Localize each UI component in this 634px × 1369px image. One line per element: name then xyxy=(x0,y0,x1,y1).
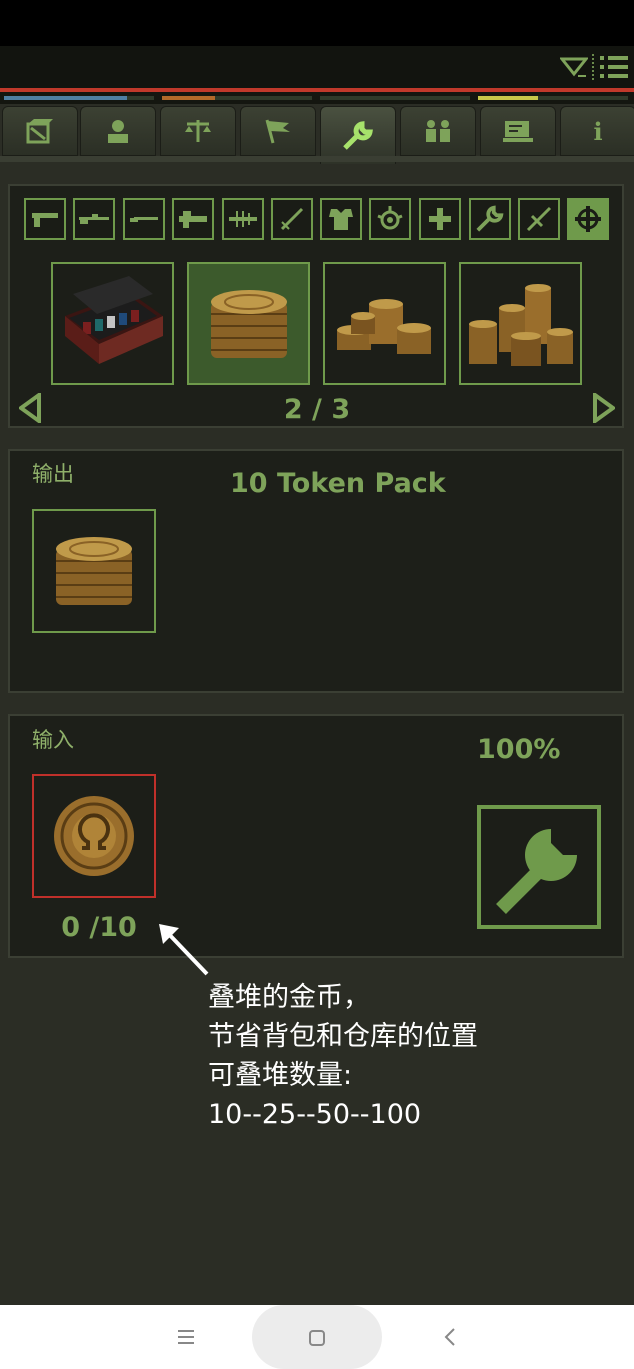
status-bar xyxy=(0,0,634,46)
computer-icon xyxy=(503,121,533,142)
coin-pile-icon xyxy=(469,284,573,366)
shotgun-icon xyxy=(130,217,158,222)
recipe-50-token-pack[interactable] xyxy=(459,262,582,385)
top-bar-divider xyxy=(592,54,596,80)
tab-info[interactable]: i xyxy=(560,106,634,156)
coin-stack-icon xyxy=(56,537,132,605)
craft-button[interactable] xyxy=(477,805,601,929)
stat-meters xyxy=(0,92,634,104)
category-heavy[interactable] xyxy=(172,198,214,240)
scales-icon xyxy=(185,120,211,142)
category-misc[interactable] xyxy=(518,198,560,240)
note-line-2: 节省背包和仓库的位置 xyxy=(208,1021,478,1052)
coin-stack-icon xyxy=(211,290,287,358)
tab-quests[interactable] xyxy=(240,106,316,156)
meter-4-fill xyxy=(478,96,538,100)
wrench-icon xyxy=(343,120,373,150)
crosshair-icon xyxy=(575,206,601,232)
flag-icon xyxy=(265,119,290,144)
meter-1 xyxy=(4,96,154,100)
chem-icon xyxy=(377,206,403,230)
meter-3 xyxy=(320,96,470,100)
next-page-arrow-icon[interactable] xyxy=(593,393,615,423)
plus-icon xyxy=(429,208,451,230)
meter-2 xyxy=(162,96,312,100)
note-line-4: 10--25--50--100 xyxy=(208,1099,422,1130)
success-chance: 100% xyxy=(477,734,561,765)
note-line-3: 可叠堆数量: xyxy=(208,1060,353,1091)
rifle-icon xyxy=(79,214,109,224)
people-icon xyxy=(426,120,450,142)
output-item-slot[interactable] xyxy=(32,509,156,633)
category-chems[interactable] xyxy=(369,198,411,240)
category-rifle[interactable] xyxy=(73,198,115,240)
menu-lines-icon[interactable] xyxy=(176,1329,196,1345)
coin-stacks-icon xyxy=(337,299,431,354)
top-bar xyxy=(0,46,634,88)
energy-gun-icon xyxy=(229,211,257,227)
person-icon xyxy=(108,120,128,143)
meter-4 xyxy=(478,96,628,100)
meter-2-fill xyxy=(162,96,215,100)
box-icon xyxy=(26,119,53,144)
output-label: 输出 xyxy=(32,462,74,486)
category-melee[interactable] xyxy=(271,198,313,240)
input-label: 输入 xyxy=(32,728,74,752)
recipe-token-case[interactable] xyxy=(51,262,174,385)
dropdown-triangle-icon[interactable] xyxy=(560,56,588,78)
meter-1-fill xyxy=(4,96,127,100)
annotation-arrow xyxy=(159,924,209,976)
main-tabs: i xyxy=(0,106,634,164)
tab-terminal[interactable] xyxy=(480,106,556,156)
square-icon[interactable] xyxy=(308,1329,326,1347)
category-special[interactable] xyxy=(567,198,609,240)
category-energy[interactable] xyxy=(222,198,264,240)
note-line-1: 叠堆的金币， xyxy=(208,982,370,1013)
output-item-title: 10 Token Pack xyxy=(230,468,446,499)
tab-character[interactable] xyxy=(80,106,156,156)
input-item-slot[interactable] xyxy=(32,774,156,898)
tab-trade[interactable] xyxy=(160,106,236,156)
sword-icon xyxy=(280,207,304,231)
token-coin-icon xyxy=(54,796,134,876)
knife-icon xyxy=(526,206,552,232)
tab-inventory[interactable] xyxy=(2,106,78,156)
category-pistol[interactable] xyxy=(24,198,66,240)
category-tools[interactable] xyxy=(469,198,511,240)
info-icon: i xyxy=(593,116,603,146)
list-menu-icon[interactable] xyxy=(598,54,630,80)
heavy-gun-icon xyxy=(179,211,207,228)
category-medical[interactable] xyxy=(419,198,461,240)
category-shotgun[interactable] xyxy=(123,198,165,240)
wrench-icon xyxy=(496,829,577,914)
tab-strip xyxy=(0,156,634,162)
pistol-icon xyxy=(32,213,58,227)
page-indicator: 2 / 3 xyxy=(283,394,351,425)
wrench-icon xyxy=(476,205,504,232)
annotation-note: 叠堆的金币， 节省背包和仓库的位置 可叠堆数量: 10--25--50--100 xyxy=(208,978,478,1134)
category-armor[interactable] xyxy=(320,198,362,240)
recipe-10-token-pack[interactable] xyxy=(187,262,310,385)
armor-icon xyxy=(329,209,353,230)
input-count: 0 /10 xyxy=(61,912,137,943)
recipe-25-token-pack[interactable] xyxy=(323,262,446,385)
back-chevron-icon[interactable] xyxy=(442,1327,458,1347)
tab-party[interactable] xyxy=(400,106,476,156)
token-case-icon xyxy=(65,276,163,364)
